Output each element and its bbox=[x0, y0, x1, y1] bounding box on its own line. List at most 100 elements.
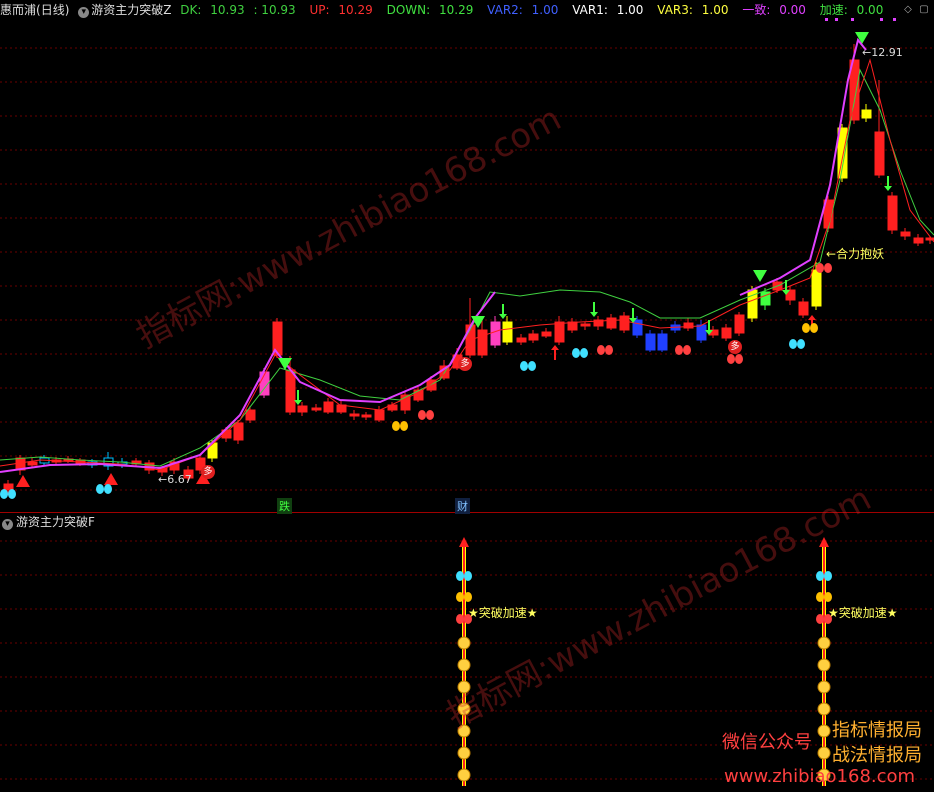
hot-stock-label: ←合力抱妖 bbox=[826, 247, 885, 261]
brand-name-1: 指标情报局 bbox=[832, 720, 922, 741]
butterfly-icon bbox=[520, 361, 528, 371]
butterfly-icon bbox=[597, 345, 605, 355]
butterfly-icon bbox=[816, 614, 824, 624]
up-label: UP: bbox=[309, 3, 330, 17]
candle-body bbox=[490, 321, 501, 346]
money-bag-icon bbox=[457, 746, 471, 760]
jiasu-label: 加速: bbox=[819, 3, 848, 17]
butterfly-icon bbox=[456, 614, 464, 624]
yizhi-label: 一致: bbox=[742, 3, 771, 17]
butterfly-icon bbox=[418, 410, 426, 420]
candle-body bbox=[657, 333, 668, 351]
candle-body bbox=[632, 319, 643, 336]
high-price-label: ←12.91 bbox=[862, 46, 903, 59]
butterfly-icon bbox=[464, 592, 472, 602]
candle-body bbox=[734, 314, 745, 334]
candle-body bbox=[580, 323, 591, 327]
butterfly-icon bbox=[426, 410, 434, 420]
brand-url: www.zhibiao168.com bbox=[724, 766, 916, 787]
accel-label-2: ★突破加速★ bbox=[828, 606, 898, 620]
jiasu-value: 0.00 bbox=[856, 3, 884, 17]
butterfly-icon bbox=[824, 592, 832, 602]
butterfly-icon bbox=[816, 592, 824, 602]
down-arrow-head bbox=[884, 186, 892, 191]
sub-indicator-name[interactable]: 游资主力突破F bbox=[16, 515, 95, 529]
indicator-toggle-icon[interactable]: ▾ bbox=[78, 7, 90, 18]
dk-label: DK: bbox=[180, 3, 202, 17]
butterfly-icon bbox=[572, 348, 580, 358]
var1-value: 1.00 bbox=[616, 3, 644, 17]
candle-body bbox=[413, 389, 424, 401]
yizhi-value: 0.00 bbox=[779, 3, 806, 17]
candle-body bbox=[606, 317, 617, 329]
butterfly-icon bbox=[96, 484, 104, 494]
brand-name-2: 战法情报局 bbox=[832, 745, 922, 766]
period-label[interactable]: (日线) bbox=[36, 3, 69, 17]
candle-body bbox=[721, 327, 732, 339]
stock-name[interactable]: 惠而浦 bbox=[0, 3, 36, 17]
butterfly-icon bbox=[456, 592, 464, 602]
butterfly-icon bbox=[802, 323, 810, 333]
candle-body bbox=[528, 333, 539, 341]
money-bag-icon bbox=[457, 768, 471, 782]
up-triangle-marker bbox=[16, 475, 30, 487]
ma-red-line bbox=[0, 58, 934, 471]
butterfly-icon bbox=[727, 354, 735, 364]
butterfly-icon bbox=[400, 421, 408, 431]
var2-value: 1.00 bbox=[531, 3, 559, 17]
butterfly-icon bbox=[464, 571, 472, 581]
butterfly-icon bbox=[675, 345, 683, 355]
chart-header: 惠而浦(日线) ▾ 游资主力突破Z DK: 10.93 : 10.93 UP: 1… bbox=[0, 0, 934, 20]
butterfly-icon bbox=[528, 361, 536, 371]
main-chart[interactable] bbox=[0, 0, 934, 513]
candle-body bbox=[696, 324, 707, 341]
candle-body bbox=[323, 401, 334, 413]
money-bag-icon bbox=[817, 658, 831, 672]
down-label: DOWN: bbox=[386, 3, 431, 17]
candle-body bbox=[798, 301, 809, 316]
candle-body bbox=[245, 409, 256, 421]
up-triangle-marker bbox=[104, 473, 118, 485]
candle-body bbox=[233, 422, 244, 441]
wechat-label: 微信公众号 bbox=[722, 732, 812, 753]
candle-body bbox=[900, 231, 911, 237]
butterfly-icon bbox=[797, 339, 805, 349]
low-price-label: ←6.67 bbox=[158, 473, 192, 486]
money-bag-icon bbox=[817, 636, 831, 650]
butterfly-icon bbox=[580, 348, 588, 358]
butterfly-icon bbox=[605, 345, 613, 355]
candle-body bbox=[311, 407, 322, 411]
butterfly-icon bbox=[104, 484, 112, 494]
up-arrow-head bbox=[459, 537, 469, 547]
candle-body bbox=[297, 405, 308, 413]
candle-body bbox=[502, 321, 513, 343]
butterfly-icon bbox=[824, 263, 832, 273]
expand-icon[interactable]: ▢ bbox=[918, 4, 930, 16]
up-arrow-head bbox=[808, 315, 816, 320]
dk-value: 10.93 bbox=[210, 3, 245, 17]
butterfly-icon bbox=[816, 263, 824, 273]
candle-body bbox=[874, 131, 885, 176]
diamond-icon[interactable]: ◇ bbox=[902, 4, 914, 16]
butterfly-icon bbox=[8, 489, 16, 499]
butterfly-icon bbox=[810, 323, 818, 333]
ma-magenta-line bbox=[0, 291, 496, 473]
candle-body bbox=[477, 329, 488, 356]
indicator-name[interactable]: 游资主力突破Z bbox=[91, 3, 171, 17]
dk-value-2: : 10.93 bbox=[253, 3, 296, 17]
accel-label-1: ★突破加速★ bbox=[468, 606, 538, 620]
butterfly-icon bbox=[392, 421, 400, 431]
candle-body bbox=[349, 413, 360, 417]
sub-toggle-icon[interactable]: ▾ bbox=[2, 519, 13, 530]
candle-body bbox=[516, 337, 527, 343]
butterfly-icon bbox=[816, 571, 824, 581]
candle-body bbox=[361, 414, 372, 418]
candle-body bbox=[374, 409, 385, 421]
money-bag-icon bbox=[817, 680, 831, 694]
butterfly-icon bbox=[824, 571, 832, 581]
down-value: 10.29 bbox=[438, 3, 474, 17]
candle-body bbox=[645, 333, 656, 351]
down-arrow-head bbox=[499, 314, 507, 319]
duo-badge-1: 多 bbox=[201, 465, 215, 479]
var3-label: VAR3: bbox=[657, 3, 693, 17]
